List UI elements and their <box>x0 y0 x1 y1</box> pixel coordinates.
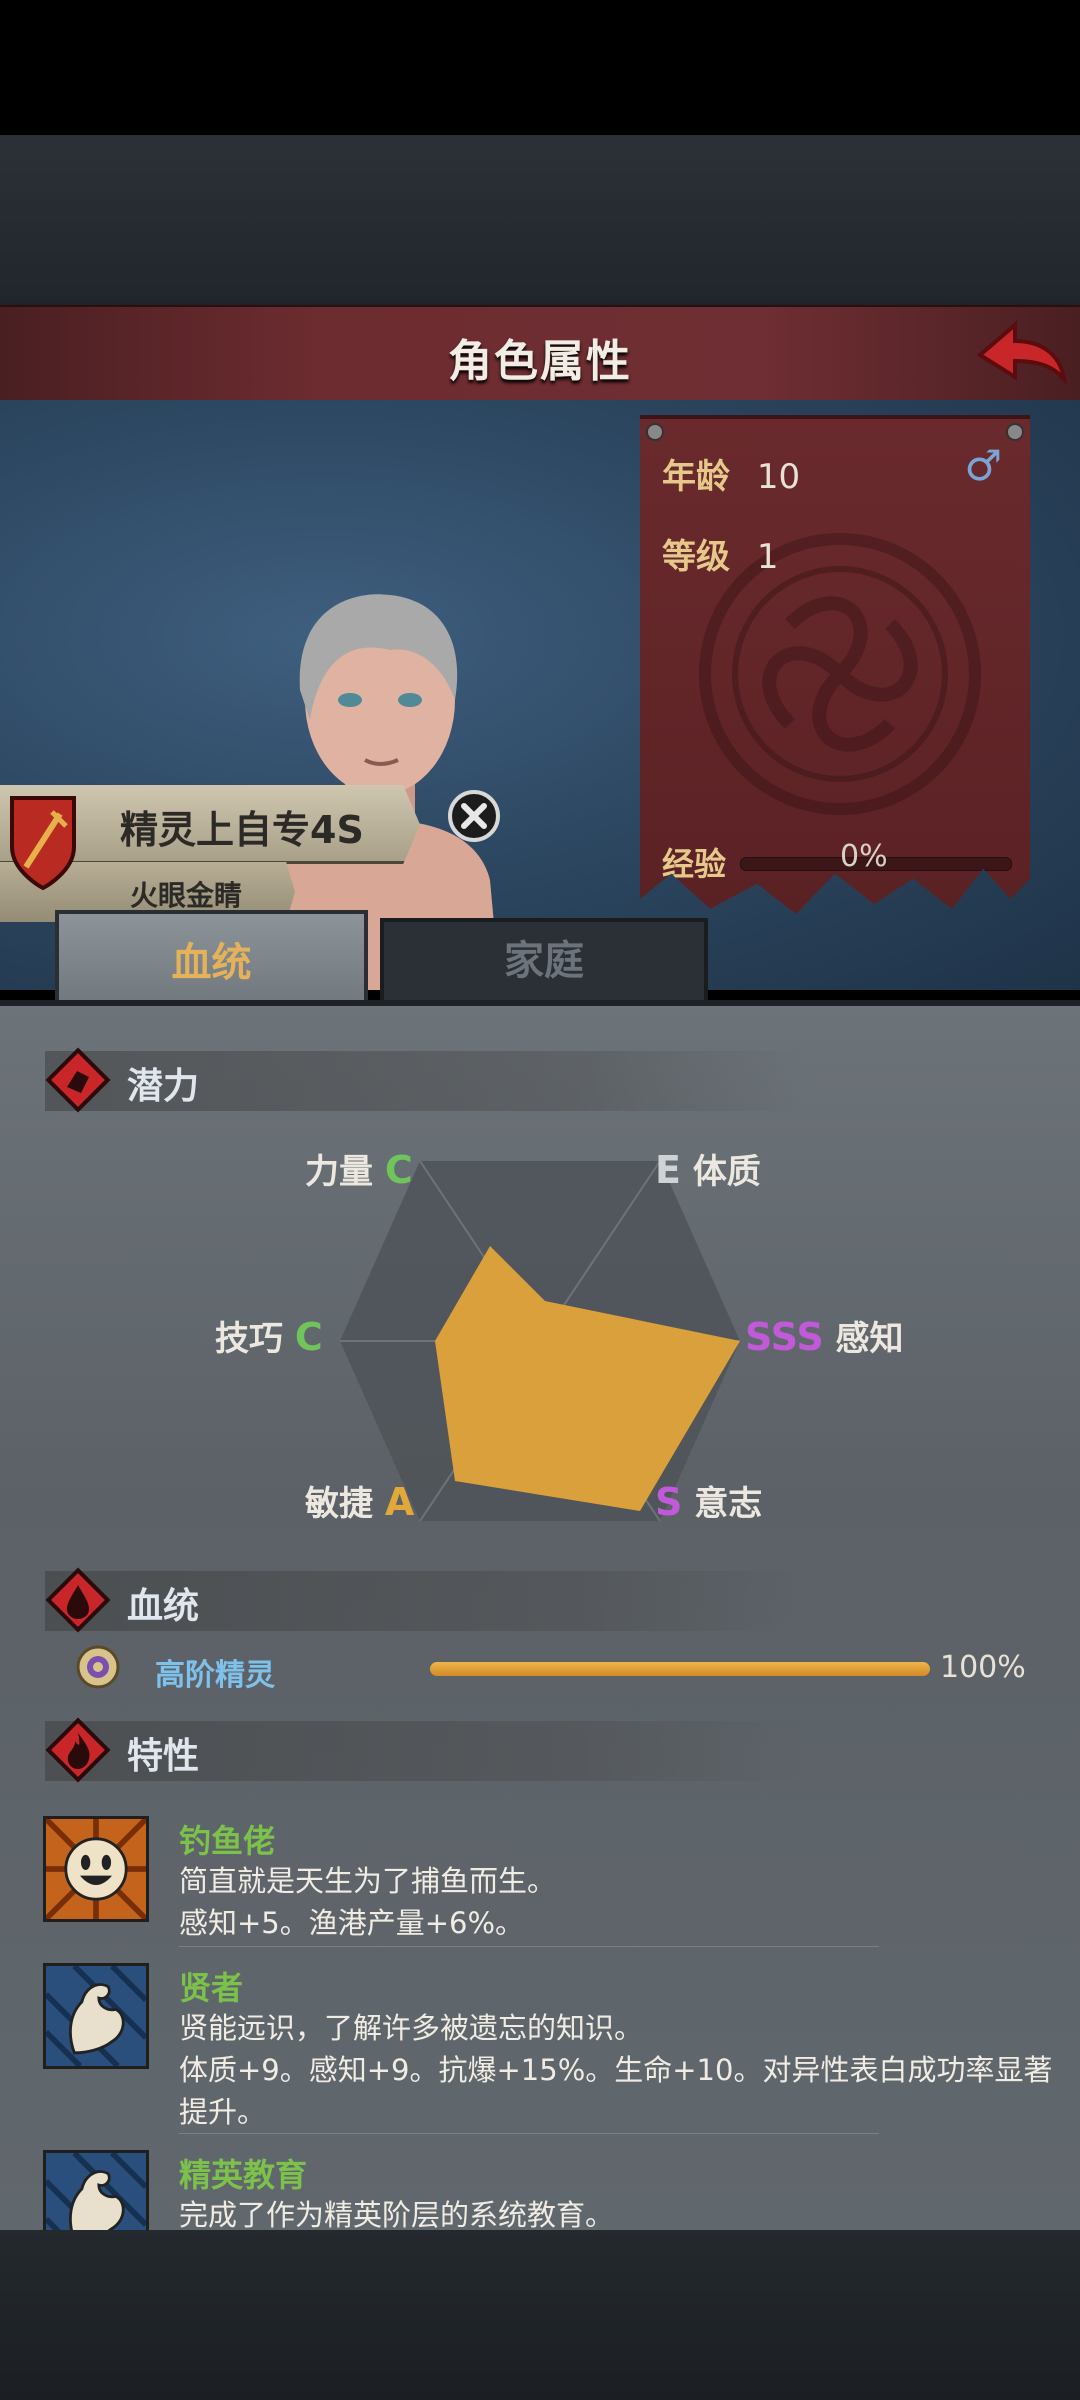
rivet <box>646 423 664 441</box>
attr-will-name: 意志 <box>694 1484 763 1524</box>
attr-constitution: E 体质 <box>655 1144 761 1193</box>
bloodline-row: 高阶精灵 100% <box>70 1644 1040 1694</box>
trait-line: 体质+9。感知+9。抗爆+15%。生命+10。对异性表白成功率显著提升。 <box>179 2053 1053 2129</box>
trait-item[interactable]: 贤者 贤能远识，了解许多被遗忘的知识。 体质+9。感知+9。抗爆+15%。生命+… <box>43 1963 1052 2133</box>
trait-description: 贤能远识，了解许多被遗忘的知识。 体质+9。感知+9。抗爆+15%。生命+10。… <box>179 2007 1059 2133</box>
attr-skill-name: 技巧 <box>215 1319 283 1359</box>
attr-skill-grade: C <box>294 1315 323 1359</box>
trait-line: 简直就是天生为了捕鱼而生。 <box>179 1864 557 1898</box>
flame-diamond-icon <box>45 1717 111 1783</box>
bloodline-progress-bar <box>430 1662 930 1676</box>
bloodline-section-header: 血统 <box>45 1567 805 1633</box>
male-gender-icon: ♂ <box>964 441 1002 490</box>
potential-section-header: 潜力 <box>45 1047 805 1113</box>
attr-will: S 意志 <box>655 1476 762 1525</box>
content-panel: 潜力 力量 C E 体质 SSS 感知 S 意志 敏捷 A 技巧 C 血统 高阶… <box>0 1000 1080 2236</box>
stats-panel: 年龄 10 ♂ 等级 1 经验 0% <box>640 415 1030 914</box>
flexed-arm-icon <box>43 1963 149 2069</box>
tab-bloodline[interactable]: 血统 <box>55 910 368 1009</box>
exp-label: 经验 <box>662 845 727 883</box>
back-arrow-icon[interactable] <box>960 315 1070 395</box>
attr-strength-name: 力量 <box>305 1152 373 1192</box>
attr-skill: 技巧 C <box>215 1311 323 1360</box>
divider <box>179 2133 879 2134</box>
close-circle-icon[interactable] <box>446 788 502 844</box>
age-row: 年龄 10 <box>662 449 800 498</box>
age-value: 10 <box>756 457 801 497</box>
header-bar: 角色属性 <box>0 305 1080 405</box>
bottom-backdrop <box>0 2230 1080 2400</box>
attr-perception-name: 感知 <box>835 1319 904 1359</box>
character-name: 精灵上自专4S <box>120 808 364 852</box>
attr-agility: 敏捷 A <box>305 1476 414 1525</box>
top-backdrop <box>0 135 1080 305</box>
attr-will-grade: S <box>655 1480 683 1524</box>
trait-item[interactable]: 精英教育 完成了作为精英阶层的系统教育。 <box>43 2150 1033 2236</box>
tab-family[interactable]: 家庭 <box>380 918 708 1006</box>
bloodline-percent: 100% <box>940 1650 1026 1685</box>
sword-shield-icon <box>10 796 76 891</box>
potential-title: 潜力 <box>127 1066 200 1107</box>
attr-constitution-grade: E <box>655 1148 681 1192</box>
trait-name: 精英教育 <box>179 2156 308 2194</box>
attr-perception-grade: SSS <box>745 1315 824 1359</box>
attr-perception: SSS 感知 <box>745 1311 904 1360</box>
trait-description: 简直就是天生为了捕鱼而生。 感知+5。渔港产量+6%。 <box>179 1860 1059 1944</box>
tab-bar: 血统 家庭 <box>0 910 1080 1009</box>
bloodline-progress-fill <box>430 1662 930 1676</box>
traits-section-header: 特性 <box>45 1717 805 1783</box>
trait-line: 感知+5。渔港产量+6%。 <box>179 1906 525 1940</box>
status-bar-area <box>0 0 1080 135</box>
attr-constitution-name: 体质 <box>692 1152 761 1192</box>
blood-drop-diamond-icon <box>45 1567 111 1633</box>
trait-name: 钓鱼佬 <box>179 1822 276 1860</box>
rivet <box>1006 423 1024 441</box>
trait-line: 贤能远识，了解许多被遗忘的知识。 <box>179 2011 644 2045</box>
flexed-arm-icon <box>43 2150 149 2236</box>
character-title: 火眼金睛 <box>130 879 243 912</box>
trait-name: 贤者 <box>179 1969 244 2007</box>
page-title: 角色属性 <box>448 336 632 387</box>
level-value: 1 <box>756 537 779 577</box>
attr-strength: 力量 C <box>305 1144 413 1193</box>
level-row: 等级 1 <box>662 529 778 578</box>
attr-agility-name: 敏捷 <box>305 1484 373 1524</box>
elf-bloodline-icon <box>76 1645 120 1689</box>
character-hero: 年龄 10 ♂ 等级 1 经验 0% 精灵上自专4S 火眼金睛 <box>0 400 1080 990</box>
level-label: 等级 <box>662 537 730 577</box>
attr-strength-grade: C <box>384 1148 413 1192</box>
age-label: 年龄 <box>662 457 730 497</box>
smiley-sun-icon <box>43 1816 149 1922</box>
exp-value: 0% <box>840 839 888 874</box>
attr-agility-grade: A <box>384 1480 415 1524</box>
traits-title: 特性 <box>127 1736 200 1777</box>
trait-item[interactable]: 钓鱼佬 简直就是天生为了捕鱼而生。 感知+5。渔港产量+6%。 <box>43 1816 1033 1946</box>
bloodline-name: 高阶精灵 <box>155 1658 275 1693</box>
divider <box>179 1946 879 1947</box>
bloodline-title: 血统 <box>127 1586 200 1627</box>
potential-diamond-icon <box>45 1047 111 1113</box>
